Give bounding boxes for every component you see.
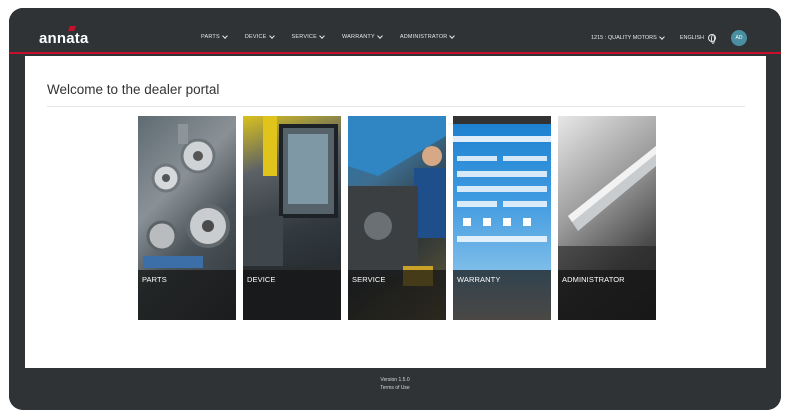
chevron-down-icon [658,34,665,40]
chevron-down-icon [268,33,275,39]
tile-parts-label: PARTS [142,275,167,284]
tile-device[interactable]: DEVICE [243,116,341,320]
tile-service[interactable]: SERVICE [348,116,446,320]
title-divider [47,106,745,107]
tile-service-label: SERVICE [352,275,386,284]
nav-administrator-label: ADMINISTRATOR [399,34,448,40]
app-window: annata PARTS DEVICE SERVICE WARRANTY ADM… [9,8,781,410]
main-content: Welcome to the dealer portal PARTS DEVIC… [25,56,766,368]
nav-service-label: SERVICE [291,34,317,40]
chevron-down-icon [377,33,383,39]
nav-warranty-menu[interactable]: WARRANTY [341,33,383,40]
language-label: ENGLISH [679,35,704,41]
nav-administrator-menu[interactable]: ADMINISTRATOR [399,33,456,40]
nav-service-menu[interactable]: SERVICE [291,33,325,40]
tile-administrator[interactable]: ADMINISTRATOR [558,116,656,320]
chevron-down-icon [319,33,325,39]
header-right-controls: 1215 : QUALITY MOTORS ENGLISH [591,34,716,44]
main-nav: PARTS DEVICE SERVICE WARRANTY ADMINISTRA… [201,33,472,40]
nav-device-label: DEVICE [244,34,267,40]
tile-administrator-label: ADMINISTRATOR [562,275,625,284]
tile-warranty[interactable]: WARRANTY [453,116,551,320]
language-selector[interactable]: ENGLISH [679,34,716,44]
nav-parts-menu[interactable]: PARTS [201,33,228,40]
tile-parts[interactable]: PARTS [138,116,236,320]
globe-icon [707,34,716,44]
footer: Version 1.5.0 Terms of Use [9,368,781,410]
module-tiles: PARTS DEVICE SERVICE WARRANTY ADMINISTRA… [138,116,656,320]
tile-warranty-label: WARRANTY [457,275,501,284]
nav-device-menu[interactable]: DEVICE [244,33,275,40]
annata-logo[interactable]: annata [39,30,89,47]
chevron-down-icon [222,33,228,39]
top-navigation-bar: annata PARTS DEVICE SERVICE WARRANTY ADM… [9,8,781,54]
nav-warranty-label: WARRANTY [341,34,375,40]
version-text: Version 1.5.0 [380,377,410,383]
tile-device-label: DEVICE [247,275,276,284]
page-title: Welcome to the dealer portal [47,82,220,97]
chevron-down-icon [449,33,456,39]
terms-of-use-link[interactable]: Terms of Use [9,385,781,391]
nav-parts-label: PARTS [201,34,220,40]
company-selector[interactable]: 1215 : QUALITY MOTORS [591,34,665,41]
user-avatar[interactable]: AD [731,30,747,46]
company-selector-label: 1215 : QUALITY MOTORS [591,35,657,41]
